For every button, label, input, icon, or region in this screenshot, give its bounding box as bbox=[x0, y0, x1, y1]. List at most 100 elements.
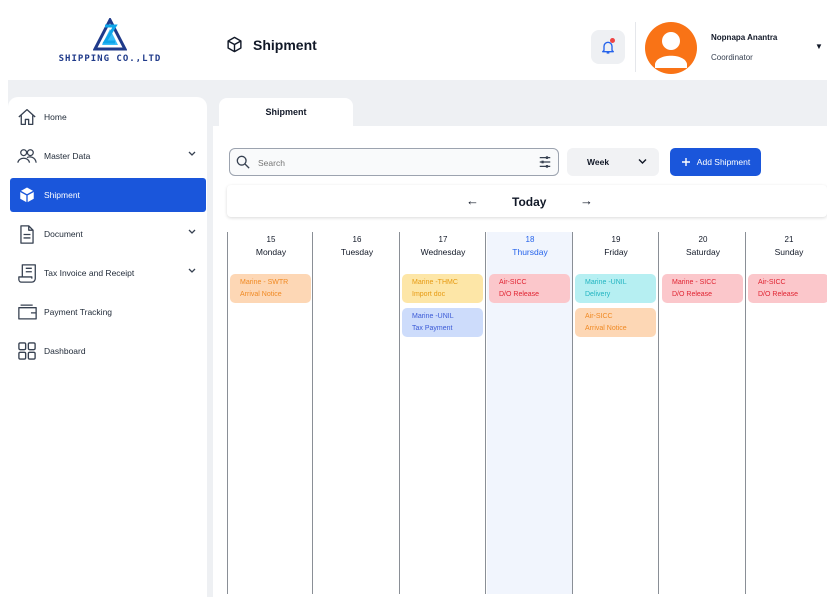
day-name: Monday bbox=[255, 247, 287, 257]
sidebar-item-label: Tax Invoice and Receipt bbox=[44, 268, 135, 278]
add-shipment-label: Add Shipment bbox=[696, 157, 751, 167]
event-subtitle: Delivery bbox=[585, 291, 611, 298]
shipment-event[interactable]: Air-SICC D/O Release bbox=[748, 274, 827, 303]
day-number: 18 bbox=[525, 235, 535, 244]
shipment-event[interactable]: Air-SICC D/O Release bbox=[489, 274, 570, 303]
search-input[interactable] bbox=[256, 149, 530, 177]
page-title-text: Shipment bbox=[253, 36, 317, 53]
sidebar-item-payment-tracking[interactable]: Payment Tracking bbox=[10, 295, 206, 329]
day-column[interactable]: 17 Wednesday Marine -THMC Import doc Marine … bbox=[400, 232, 486, 594]
sidebar-item-shipment[interactable]: Shipment bbox=[10, 178, 206, 212]
event-title: Air-SICC bbox=[585, 313, 613, 320]
user-menu-caret-icon[interactable]: ▼ bbox=[815, 42, 823, 51]
sidebar-item-label: Payment Tracking bbox=[44, 307, 113, 317]
shipment-event[interactable]: Marine -UNIL Tax Payment bbox=[402, 308, 483, 337]
receipt-icon bbox=[16, 262, 38, 284]
week-navigation: ← Today → bbox=[227, 185, 827, 217]
day-column[interactable]: 19 Friday Marine -UNIL Delivery Air-SICC Arri… bbox=[573, 232, 659, 594]
sidebar-item-home[interactable]: Home bbox=[10, 100, 206, 134]
day-column[interactable]: 20 Saturday Marine - SICC D/O Release bbox=[660, 232, 746, 594]
event-title: Marine -UNIL bbox=[412, 313, 454, 320]
sidebar-item-label: Document bbox=[44, 229, 83, 239]
event-subtitle: D/O Release bbox=[758, 291, 799, 298]
day-number: 16 bbox=[352, 235, 362, 244]
add-shipment-button[interactable]: Add Shipment bbox=[670, 148, 761, 176]
day-name: Tuesday bbox=[340, 247, 374, 257]
chevron-down-icon bbox=[188, 268, 196, 273]
notification-button[interactable] bbox=[591, 30, 625, 64]
user-name: Nopnapa Anantra bbox=[711, 33, 778, 42]
day-column[interactable]: 18 Thursday Air-SICC D/O Release bbox=[487, 232, 573, 594]
event-subtitle: Arrival Notice bbox=[585, 325, 627, 332]
box-icon bbox=[16, 184, 38, 206]
view-select[interactable]: Week bbox=[567, 148, 659, 176]
week-calendar: 15 Monday Marine - SWTR Arrival Notice 16 Tue… bbox=[227, 232, 827, 594]
sidebar-item-label: Home bbox=[44, 112, 67, 122]
dashboard-icon bbox=[16, 340, 38, 362]
event-subtitle: Arrival Notice bbox=[240, 291, 282, 298]
chevron-down-icon bbox=[638, 159, 647, 164]
day-column[interactable]: 15 Monday Marine - SWTR Arrival Notice bbox=[227, 232, 313, 594]
user-icon bbox=[655, 32, 687, 68]
day-name: Saturday bbox=[685, 247, 721, 257]
event-title: Marine - SWTR bbox=[240, 279, 289, 286]
shipment-event[interactable]: Marine - SWTR Arrival Notice bbox=[230, 274, 311, 303]
chevron-down-icon bbox=[188, 229, 196, 234]
search-box bbox=[229, 148, 559, 177]
today-button[interactable]: Today bbox=[512, 195, 546, 209]
shipment-event[interactable]: Air-SICC Arrival Notice bbox=[575, 308, 656, 337]
day-name: Wednesday bbox=[420, 247, 466, 257]
home-icon bbox=[16, 106, 38, 128]
day-name: Thursday bbox=[512, 247, 548, 257]
shipment-event[interactable]: Marine -UNIL Delivery bbox=[575, 274, 656, 303]
sidebar-item-label: Master Data bbox=[44, 151, 91, 161]
sidebar-item-label: Dashboard bbox=[44, 346, 86, 356]
package-icon bbox=[227, 36, 242, 53]
event-title: Marine - SICC bbox=[672, 279, 717, 286]
sidebar-item-document[interactable]: Document bbox=[10, 217, 206, 251]
avatar[interactable] bbox=[645, 22, 697, 74]
day-name: Friday bbox=[604, 247, 628, 257]
day-number: 17 bbox=[438, 235, 448, 244]
arrow-right-icon[interactable]: → bbox=[580, 193, 593, 208]
header-divider bbox=[635, 22, 636, 72]
day-number: 19 bbox=[611, 235, 621, 244]
notification-dot bbox=[610, 38, 615, 43]
event-subtitle: D/O Release bbox=[499, 291, 540, 298]
event-title: Marine -THMC bbox=[412, 279, 458, 286]
company-logo[interactable]: SHIPPING CO.,LTD bbox=[40, 18, 180, 74]
day-number: 15 bbox=[266, 235, 276, 244]
wallet-icon bbox=[16, 301, 38, 323]
sidebar-item-label: Shipment bbox=[44, 190, 80, 200]
sidebar-item-tax-invoice[interactable]: Tax Invoice and Receipt bbox=[10, 256, 206, 290]
filter-settings-icon[interactable] bbox=[538, 155, 552, 169]
sidebar: Home Master Data Shipment Document Tax I… bbox=[8, 97, 207, 597]
arrow-left-icon[interactable]: ← bbox=[466, 193, 479, 208]
event-subtitle: Tax Payment bbox=[412, 325, 453, 332]
users-icon bbox=[16, 145, 38, 167]
shipment-event[interactable]: Marine -THMC Import doc bbox=[402, 274, 483, 303]
day-number: 21 bbox=[784, 235, 794, 244]
logo-text: SHIPPING CO.,LTD bbox=[58, 54, 162, 64]
tab-shipment[interactable]: Shipment bbox=[219, 98, 353, 126]
plus-icon bbox=[681, 158, 690, 166]
event-title: Marine -UNIL bbox=[585, 279, 627, 286]
day-column[interactable]: 16 Tuesday bbox=[314, 232, 400, 594]
search-icon bbox=[236, 155, 250, 169]
app-header: SHIPPING CO.,LTD Shipment Nopnapa Anantr… bbox=[0, 0, 827, 80]
event-title: Air-SICC bbox=[758, 279, 786, 286]
event-title: Air-SICC bbox=[499, 279, 527, 286]
sidebar-item-master-data[interactable]: Master Data bbox=[10, 139, 206, 173]
user-role: Coordinator bbox=[711, 53, 753, 62]
logo-mark-icon bbox=[93, 18, 127, 51]
chevron-down-icon bbox=[188, 151, 196, 156]
day-column[interactable]: 21 Sunday Air-SICC D/O Release bbox=[746, 232, 827, 594]
event-subtitle: Import doc bbox=[412, 291, 446, 298]
shipment-event[interactable]: Marine - SICC D/O Release bbox=[662, 274, 743, 303]
sidebar-item-dashboard[interactable]: Dashboard bbox=[10, 334, 206, 368]
day-name: Sunday bbox=[774, 247, 804, 257]
page-title: Shipment bbox=[226, 36, 317, 53]
document-icon bbox=[16, 223, 38, 245]
day-number: 20 bbox=[698, 235, 708, 244]
view-select-value: Week bbox=[587, 157, 610, 167]
